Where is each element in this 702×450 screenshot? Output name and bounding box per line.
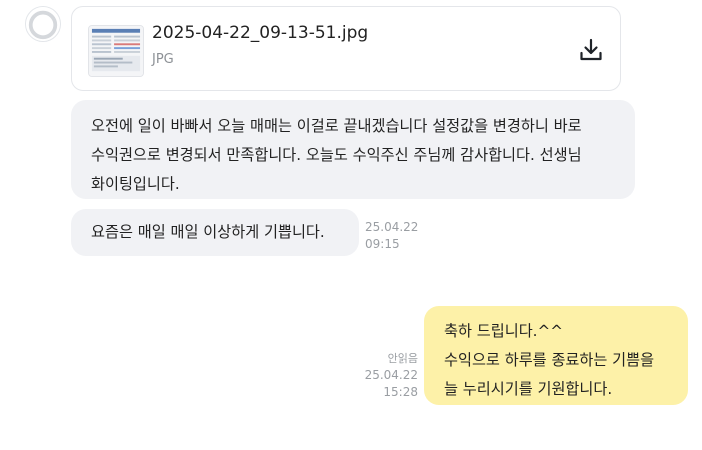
attachment-file-type: JPG [152, 52, 174, 67]
outgoing-message-bubble[interactable]: 축하 드립니다.^^ 수익으로 하루를 종료하는 기쁨을 늘 누리시기를 기원합… [424, 306, 688, 405]
message-text-line: 오전에 일이 바빠서 오늘 매매는 이걸로 끝내겠습니다 설정값을 변경하니 바… [91, 117, 582, 135]
message-time: 15:28 [383, 385, 418, 399]
message-text-line: 수익으로 하루를 종료하는 기쁨을 [444, 351, 655, 369]
download-button[interactable] [577, 36, 605, 64]
incoming-message-bubble[interactable]: 요즘은 매일 매일 이상하게 기쁩니다. [71, 209, 359, 256]
message-text-line: 축하 드립니다.^^ [444, 322, 563, 340]
download-icon [580, 38, 602, 61]
read-status: 안읽음 [387, 352, 418, 365]
message-date: 25.04.22 [364, 368, 418, 382]
message-text-line: 수익권으로 변경되서 만족합니다. 오늘도 수익주신 주님께 감사합니다. 선생… [91, 146, 582, 164]
message-text-line: 늘 누리시기를 기원합니다. [444, 380, 613, 398]
sender-avatar[interactable] [25, 6, 61, 42]
file-attachment-card[interactable]: 2025-04-22_09-13-51.jpg JPG [71, 6, 621, 91]
attachment-file-name[interactable]: 2025-04-22_09-13-51.jpg [152, 23, 368, 43]
message-text-line: 요즘은 매일 매일 이상하게 기쁩니다. [91, 223, 325, 241]
incoming-message-bubble[interactable]: 오전에 일이 바빠서 오늘 매매는 이걸로 끝내겠습니다 설정값을 변경하니 바… [71, 100, 635, 199]
default-avatar-icon [26, 7, 60, 41]
message-date: 25.04.22 [365, 220, 419, 234]
message-text-line: 화이팅입니다. [91, 175, 180, 193]
message-time: 09:15 [365, 237, 400, 251]
message-timestamp: 안읽음 25.04.22 15:28 [360, 350, 418, 401]
message-timestamp: 25.04.22 09:15 [365, 219, 418, 253]
image-thumbnail-icon[interactable] [88, 25, 144, 77]
